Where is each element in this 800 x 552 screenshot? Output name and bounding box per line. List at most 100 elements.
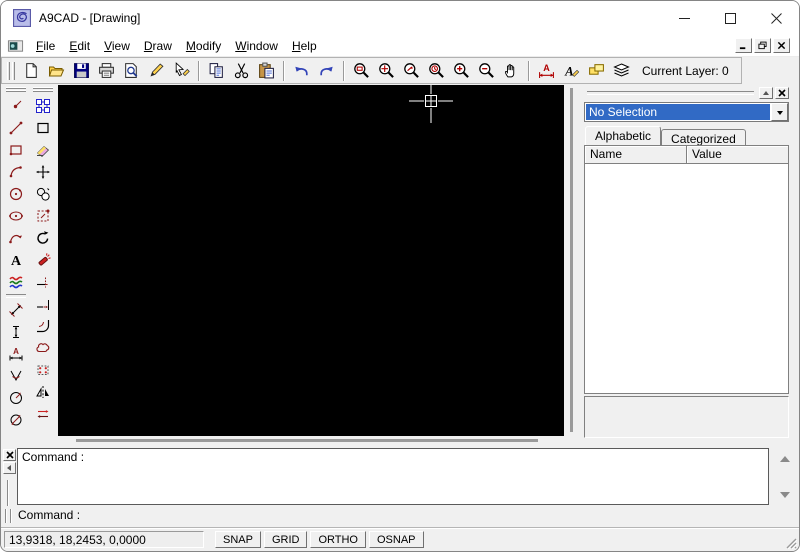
modify-toolbar-grip[interactable] [33, 87, 53, 93]
tool-revision-cloud[interactable] [31, 337, 55, 359]
toggle-grid[interactable]: GRID [263, 531, 308, 548]
mdi-restore-button[interactable] [754, 38, 771, 53]
command-grip[interactable] [7, 480, 9, 506]
toolbar-button-undo[interactable] [289, 59, 314, 83]
tool-mirror[interactable] [31, 381, 55, 403]
command-history[interactable]: Command : [17, 448, 769, 505]
toolbar-button-zoom-window[interactable] [349, 59, 374, 83]
canvas-vscrollbar[interactable] [564, 85, 578, 444]
toolbar-button-zoom-out[interactable] [474, 59, 499, 83]
menu-1[interactable]: Edit [62, 37, 97, 55]
toolbar-button-cut[interactable] [229, 59, 254, 83]
tool-explode[interactable] [31, 249, 55, 271]
menu-3[interactable]: Draw [137, 37, 179, 55]
toolbar-button-properties[interactable] [584, 59, 609, 83]
command-collapse-button[interactable] [3, 462, 16, 474]
tool-move[interactable] [31, 161, 55, 183]
tool-dim-diameter[interactable] [4, 409, 28, 431]
redo-icon [318, 62, 335, 79]
toolbar-button-zoom-dynamic[interactable] [399, 59, 424, 83]
panel-grip[interactable] [587, 91, 754, 95]
mdi-minimize-button[interactable] [735, 38, 752, 53]
toolbar-button-print-preview[interactable] [119, 59, 144, 83]
minimize-button[interactable] [661, 1, 707, 35]
tool-dim-radius[interactable] [4, 387, 28, 409]
tool-fillet[interactable] [31, 315, 55, 337]
command-prompt[interactable]: Command : [18, 508, 80, 522]
column-header-value[interactable]: Value [687, 146, 788, 164]
tool-dim-vertical[interactable] [4, 321, 28, 343]
toolbar-button-redo[interactable] [314, 59, 339, 83]
toolbar-grip[interactable] [7, 61, 15, 80]
tool-select-window[interactable] [31, 117, 55, 139]
toolbar-button-pick[interactable] [169, 59, 194, 83]
tab-alphabetic[interactable]: Alphabetic [585, 126, 662, 145]
tool-offset[interactable] [31, 403, 55, 425]
hscroll-thumb[interactable] [76, 438, 538, 442]
toolbar-button-text-style[interactable]: A [559, 59, 584, 83]
toolbar-button-save[interactable] [69, 59, 94, 83]
toolbar-button-zoom-previous[interactable] [424, 59, 449, 83]
tab-categorized[interactable]: Categorized [661, 129, 746, 146]
toolbar-button-zoom-extents[interactable] [374, 59, 399, 83]
tool-trim[interactable] [31, 271, 55, 293]
dropdown-arrow-button[interactable] [771, 103, 788, 121]
tool-copy-object[interactable] [31, 183, 55, 205]
tool-polyline[interactable] [4, 227, 28, 249]
tool-erase[interactable] [31, 139, 55, 161]
toolbar-button-edit-pencil[interactable] [144, 59, 169, 83]
toolbar-button-layers[interactable] [609, 59, 634, 83]
scroll-up-icon[interactable] [780, 451, 790, 462]
tool-extend[interactable] [31, 293, 55, 315]
toolbar-button-zoom-in[interactable] [449, 59, 474, 83]
prompt-grip[interactable] [5, 509, 12, 523]
tool-rectangle[interactable] [4, 139, 28, 161]
panel-close-button[interactable] [775, 87, 789, 99]
vscroll-thumb[interactable] [569, 88, 573, 432]
selection-dropdown[interactable]: No Selection [584, 102, 789, 122]
tool-circle[interactable] [4, 183, 28, 205]
toggle-osnap[interactable]: OSNAP [369, 531, 424, 548]
tool-select[interactable] [31, 95, 55, 117]
toolbar-button-paste[interactable] [254, 59, 279, 83]
maximize-button[interactable] [707, 1, 753, 35]
panel-collapse-button[interactable] [759, 87, 773, 99]
tool-dim-angular[interactable] [4, 365, 28, 387]
tool-array[interactable] [31, 359, 55, 381]
tool-ellipse[interactable] [4, 205, 28, 227]
menu-2[interactable]: View [97, 37, 137, 55]
offset-icon [35, 406, 51, 422]
toolbar-button-new[interactable] [19, 59, 44, 83]
canvas-hscrollbar[interactable] [58, 436, 564, 444]
close-button[interactable] [753, 1, 799, 35]
command-scrollbar[interactable] [777, 451, 793, 503]
draw-toolbar-grip[interactable] [6, 87, 26, 93]
tool-line[interactable] [4, 117, 28, 139]
tool-dim-aligned[interactable] [4, 299, 28, 321]
mdi-close-button[interactable] [773, 38, 790, 53]
tool-rotate[interactable] [31, 227, 55, 249]
toolbar-button-dimension-style[interactable]: A [534, 59, 559, 83]
command-close-button[interactable] [3, 449, 16, 461]
tool-dim-horizontal[interactable]: A [4, 343, 28, 365]
tool-arc[interactable] [4, 161, 28, 183]
menu-4[interactable]: Modify [179, 37, 228, 55]
resize-grip[interactable] [783, 535, 797, 549]
tool-text[interactable]: A [4, 249, 28, 271]
menu-0[interactable]: File [29, 37, 62, 55]
tool-scale[interactable] [31, 205, 55, 227]
menu-6[interactable]: Help [285, 37, 324, 55]
menu-5[interactable]: Window [228, 37, 285, 55]
document-icon[interactable] [7, 39, 24, 53]
toggle-ortho[interactable]: ORTHO [310, 531, 366, 548]
toggle-snap[interactable]: SNAP [215, 531, 261, 548]
scroll-down-icon[interactable] [780, 492, 790, 503]
toolbar-button-copy[interactable] [204, 59, 229, 83]
tool-hatch[interactable] [4, 271, 28, 293]
toolbar-button-pan[interactable] [499, 59, 524, 83]
drawing-canvas[interactable] [58, 85, 564, 436]
tool-point[interactable] [4, 95, 28, 117]
toolbar-button-print[interactable] [94, 59, 119, 83]
column-header-name[interactable]: Name [585, 146, 687, 164]
toolbar-button-open[interactable] [44, 59, 69, 83]
